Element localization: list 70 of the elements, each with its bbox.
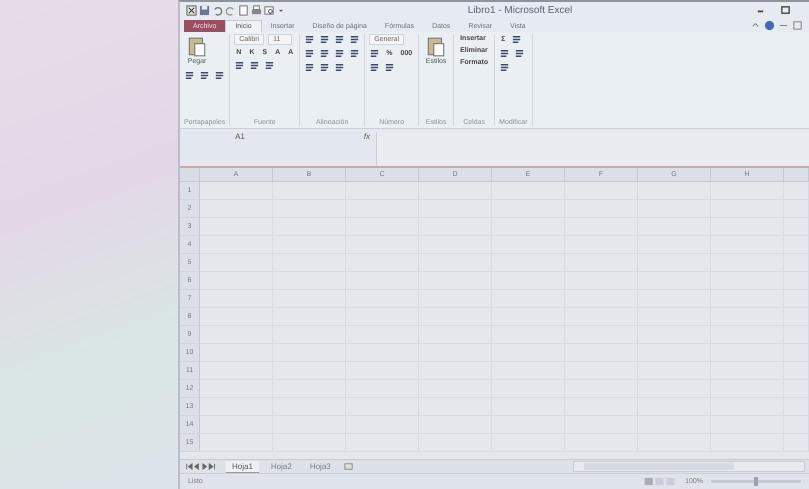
sheet-tab[interactable]: Hoja3 [304, 460, 337, 472]
grid-cell[interactable] [200, 308, 273, 326]
window-title: Libro1 - Microsoft Excel [466, 4, 574, 16]
printer-icon[interactable] [251, 4, 262, 16]
tool-icon[interactable] [184, 70, 195, 81]
grid-cell[interactable] [200, 236, 273, 254]
new-sheet-icon[interactable] [342, 461, 354, 472]
tool-icon[interactable] [499, 48, 510, 59]
clipboard-icon [186, 36, 208, 58]
tool-icon[interactable] [334, 62, 346, 73]
help-icon[interactable] [764, 20, 775, 31]
grid-cell[interactable] [273, 182, 346, 200]
grid-cell[interactable] [200, 434, 273, 452]
grid-cell[interactable] [200, 254, 273, 272]
horizontal-scrollbar[interactable] [573, 461, 805, 472]
tool-icon[interactable] [334, 34, 346, 45]
tool-icon[interactable] [304, 62, 316, 73]
undo-icon[interactable] [212, 4, 223, 16]
grid-cell[interactable] [200, 182, 273, 200]
grid-cell[interactable] [200, 344, 273, 362]
tool-icon[interactable] [319, 34, 330, 45]
tool-icon[interactable] [499, 62, 510, 73]
sheet-tab[interactable]: Hoja1 [226, 460, 259, 472]
redo-icon[interactable] [225, 4, 236, 16]
tool-icon[interactable] [349, 48, 360, 59]
tool-icon[interactable] [234, 60, 246, 71]
grid-cell[interactable] [565, 182, 638, 200]
name-box[interactable]: A1 [180, 132, 300, 144]
tool-icon[interactable] [199, 70, 210, 81]
sheet-tab[interactable]: Hoja2 [264, 460, 298, 472]
grid-cell[interactable] [419, 182, 492, 200]
tool-icon[interactable] [264, 60, 276, 71]
tool-icon[interactable] [384, 62, 396, 73]
tool-icon[interactable] [319, 62, 330, 73]
tool-icon[interactable] [249, 60, 260, 71]
grid-cell[interactable] [784, 182, 809, 200]
tool-icon[interactable] [304, 34, 316, 45]
grid-cell[interactable] [200, 326, 273, 344]
grid-cell[interactable] [638, 182, 711, 200]
grid-cell[interactable] [200, 398, 273, 416]
tool-icon[interactable] [214, 70, 225, 81]
column-header[interactable] [784, 168, 809, 182]
grid-cell[interactable] [200, 218, 273, 236]
tool-icon[interactable] [304, 48, 316, 59]
view-buttons-icon[interactable] [643, 477, 678, 486]
tool-icon[interactable] [369, 48, 380, 59]
tool-icon[interactable] [514, 48, 526, 59]
grid-cell[interactable] [492, 182, 565, 200]
maximize-icon[interactable] [780, 4, 791, 16]
document-icon[interactable] [238, 4, 249, 16]
tool-icon[interactable] [349, 34, 360, 45]
tool-icon[interactable] [511, 34, 522, 45]
clipboard-icon [425, 36, 448, 58]
function-label[interactable]: fx [300, 132, 376, 144]
tool-icon[interactable] [369, 62, 380, 73]
grid-cell[interactable] [711, 182, 784, 200]
grid-cell[interactable] [200, 416, 273, 434]
grid-cell[interactable] [200, 380, 273, 398]
grid-cell[interactable] [200, 272, 273, 290]
select-all-corner[interactable] [180, 168, 200, 182]
spreadsheet-icon[interactable] [186, 4, 197, 16]
tool-icon[interactable] [334, 48, 346, 59]
grid-cell[interactable] [200, 362, 273, 380]
grid-cell[interactable] [200, 290, 273, 308]
save-icon[interactable] [199, 4, 210, 16]
grid-cell[interactable] [346, 182, 419, 200]
preview-icon[interactable] [264, 4, 275, 16]
tool-icon[interactable] [319, 48, 330, 59]
formula-input[interactable] [376, 132, 809, 166]
grid-cell[interactable] [200, 200, 273, 218]
